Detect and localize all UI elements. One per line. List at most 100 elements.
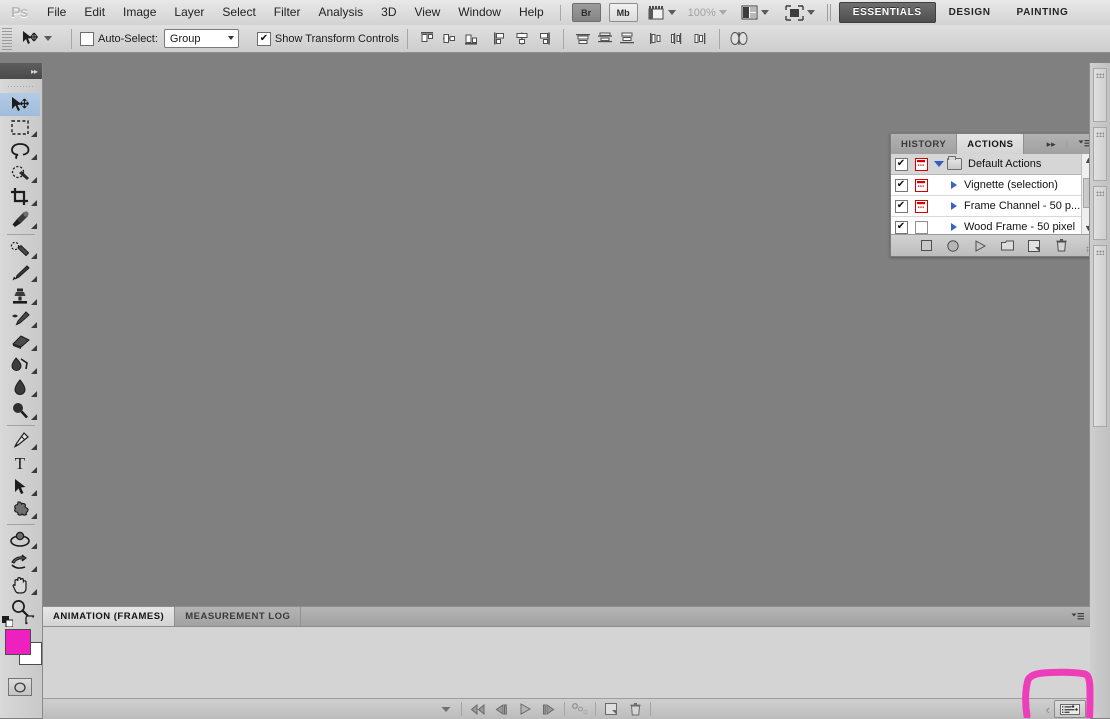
screen-mode-control[interactable] bbox=[785, 4, 821, 21]
align-right-edges-button[interactable] bbox=[533, 29, 555, 49]
3d-camera-rotate-tool[interactable] bbox=[0, 551, 40, 574]
tools-panel-header[interactable]: ▸▸ bbox=[0, 63, 42, 79]
workspace-tab-design[interactable]: DESIGN bbox=[936, 3, 1004, 22]
toggle-dialog-on-off[interactable] bbox=[911, 178, 931, 192]
quick-mask-button[interactable] bbox=[0, 676, 40, 698]
select-next-frame-button[interactable] bbox=[537, 700, 561, 718]
menu-help[interactable]: Help bbox=[510, 0, 553, 25]
distribute-vertical-centers-button[interactable] bbox=[594, 29, 616, 49]
menu-layer[interactable]: Layer bbox=[165, 0, 213, 25]
menu-image[interactable]: Image bbox=[114, 0, 165, 25]
delete-button[interactable] bbox=[1053, 238, 1069, 253]
menu-filter[interactable]: Filter bbox=[265, 0, 310, 25]
dodge-tool[interactable] bbox=[0, 399, 40, 422]
expand-panel-arrow-icon[interactable]: ‹ bbox=[1046, 702, 1054, 717]
menu-file[interactable]: File bbox=[38, 0, 75, 25]
actions-row-frame-channel[interactable]: ✔ Frame Channel - 50 p... bbox=[891, 196, 1082, 217]
toggle-item-on-off-checkbox[interactable]: ✔ bbox=[891, 220, 911, 234]
collapse-to-icons-icon[interactable]: ▸▸ bbox=[1042, 134, 1061, 154]
tween-frames-button[interactable] bbox=[568, 700, 592, 718]
brush-tool[interactable] bbox=[0, 261, 40, 284]
pen-tool[interactable] bbox=[0, 429, 40, 452]
duplicate-frame-button[interactable] bbox=[599, 700, 623, 718]
history-brush-tool[interactable] bbox=[0, 307, 40, 330]
options-bar-grip[interactable] bbox=[2, 27, 12, 50]
swap-colors-icon[interactable] bbox=[25, 615, 37, 626]
expand-set-toggle[interactable] bbox=[931, 161, 947, 167]
menu-3d[interactable]: 3D bbox=[372, 0, 405, 25]
play-selection-button[interactable] bbox=[972, 238, 988, 253]
toggle-dialog-on-off[interactable] bbox=[911, 220, 931, 234]
crop-tool[interactable] bbox=[0, 185, 40, 208]
show-transform-controls-checkbox[interactable]: ✔ bbox=[256, 31, 271, 46]
clone-stamp-tool[interactable] bbox=[0, 284, 40, 307]
view-extras-control[interactable] bbox=[648, 5, 682, 21]
menu-view[interactable]: View bbox=[405, 0, 449, 25]
toggle-dialog-on-off[interactable] bbox=[911, 157, 931, 171]
convert-to-timeline-button[interactable] bbox=[1054, 700, 1086, 718]
actions-list[interactable]: ✔ Default Actions ✔ Vignette (selection)… bbox=[891, 154, 1082, 234]
menu-select[interactable]: Select bbox=[213, 0, 264, 25]
expand-action-toggle[interactable] bbox=[931, 202, 962, 210]
workspace-tab-essentials[interactable]: ESSENTIALS bbox=[838, 2, 936, 23]
tool-preset-picker[interactable] bbox=[15, 28, 60, 50]
toggle-item-on-off-checkbox[interactable]: ✔ bbox=[891, 178, 911, 192]
align-left-edges-button[interactable] bbox=[489, 29, 511, 49]
blur-tool[interactable] bbox=[0, 376, 40, 399]
create-new-action-button[interactable] bbox=[1026, 238, 1042, 253]
looping-options-dropdown[interactable] bbox=[434, 700, 458, 718]
actions-row-wood-frame[interactable]: ✔ Wood Frame - 50 pixel bbox=[891, 217, 1082, 234]
eyedropper-tool[interactable] bbox=[0, 208, 40, 231]
horizontal-type-tool[interactable]: T bbox=[0, 452, 40, 475]
align-bottom-edges-button[interactable] bbox=[460, 29, 482, 49]
dock-panel-slot-2[interactable] bbox=[1093, 127, 1107, 181]
auto-align-layers-button[interactable] bbox=[728, 29, 750, 49]
actions-row-vignette[interactable]: ✔ Vignette (selection) bbox=[891, 175, 1082, 196]
toggle-dialog-on-off[interactable] bbox=[911, 199, 931, 213]
spot-healing-brush-tool[interactable] bbox=[0, 238, 40, 261]
dock-panel-slot-3[interactable] bbox=[1093, 186, 1107, 240]
move-tool[interactable] bbox=[0, 93, 40, 116]
toggle-item-on-off-checkbox[interactable]: ✔ bbox=[891, 157, 911, 171]
path-selection-tool[interactable] bbox=[0, 475, 40, 498]
quick-selection-tool[interactable] bbox=[0, 162, 40, 185]
3d-object-rotate-tool[interactable] bbox=[0, 528, 40, 551]
expand-action-toggle[interactable] bbox=[931, 181, 962, 189]
tab-measurement-log[interactable]: MEASUREMENT LOG bbox=[175, 607, 302, 626]
delete-frame-button[interactable] bbox=[623, 700, 647, 718]
foreground-color-swatch[interactable] bbox=[5, 629, 31, 655]
expand-action-toggle[interactable] bbox=[931, 223, 962, 231]
auto-select-target-dropdown[interactable]: Group bbox=[163, 29, 239, 48]
distribute-right-edges-button[interactable] bbox=[689, 29, 711, 49]
menu-analysis[interactable]: Analysis bbox=[309, 0, 372, 25]
begin-recording-button[interactable] bbox=[945, 238, 961, 253]
tab-history[interactable]: HISTORY bbox=[891, 134, 958, 154]
distribute-left-edges-button[interactable] bbox=[645, 29, 667, 49]
select-first-frame-button[interactable] bbox=[465, 700, 489, 718]
align-top-edges-button[interactable] bbox=[416, 29, 438, 49]
gradient-tool[interactable] bbox=[0, 353, 40, 376]
hand-tool[interactable] bbox=[0, 574, 40, 597]
play-animation-button[interactable] bbox=[513, 700, 537, 718]
launch-bridge-button[interactable]: Br bbox=[571, 3, 601, 22]
animation-panel-menu-icon[interactable] bbox=[1065, 607, 1090, 626]
auto-select-checkbox[interactable] bbox=[80, 31, 94, 46]
distribute-top-edges-button[interactable] bbox=[572, 29, 594, 49]
eraser-tool[interactable] bbox=[0, 330, 40, 353]
workspace-tab-painting[interactable]: PAINTING bbox=[1004, 3, 1082, 22]
launch-mini-bridge-button[interactable]: Mb bbox=[608, 3, 638, 22]
stop-playing-recording-button[interactable] bbox=[918, 238, 934, 253]
tab-animation-frames[interactable]: ANIMATION (FRAMES) bbox=[43, 607, 176, 626]
distribute-bottom-edges-button[interactable] bbox=[616, 29, 638, 49]
arrange-documents-control[interactable] bbox=[741, 5, 775, 20]
select-previous-frame-button[interactable] bbox=[489, 700, 513, 718]
align-horizontal-centers-button[interactable] bbox=[511, 29, 533, 49]
default-colors-icon[interactable] bbox=[2, 616, 13, 627]
animation-frames-area[interactable] bbox=[43, 627, 1090, 699]
tab-actions[interactable]: ACTIONS bbox=[957, 134, 1025, 154]
dock-panel-slot-4[interactable] bbox=[1093, 245, 1107, 427]
create-new-set-button[interactable] bbox=[999, 238, 1015, 253]
distribute-horizontal-centers-button[interactable] bbox=[667, 29, 689, 49]
actions-row-default-actions[interactable]: ✔ Default Actions bbox=[891, 154, 1082, 175]
menu-edit[interactable]: Edit bbox=[75, 0, 114, 25]
